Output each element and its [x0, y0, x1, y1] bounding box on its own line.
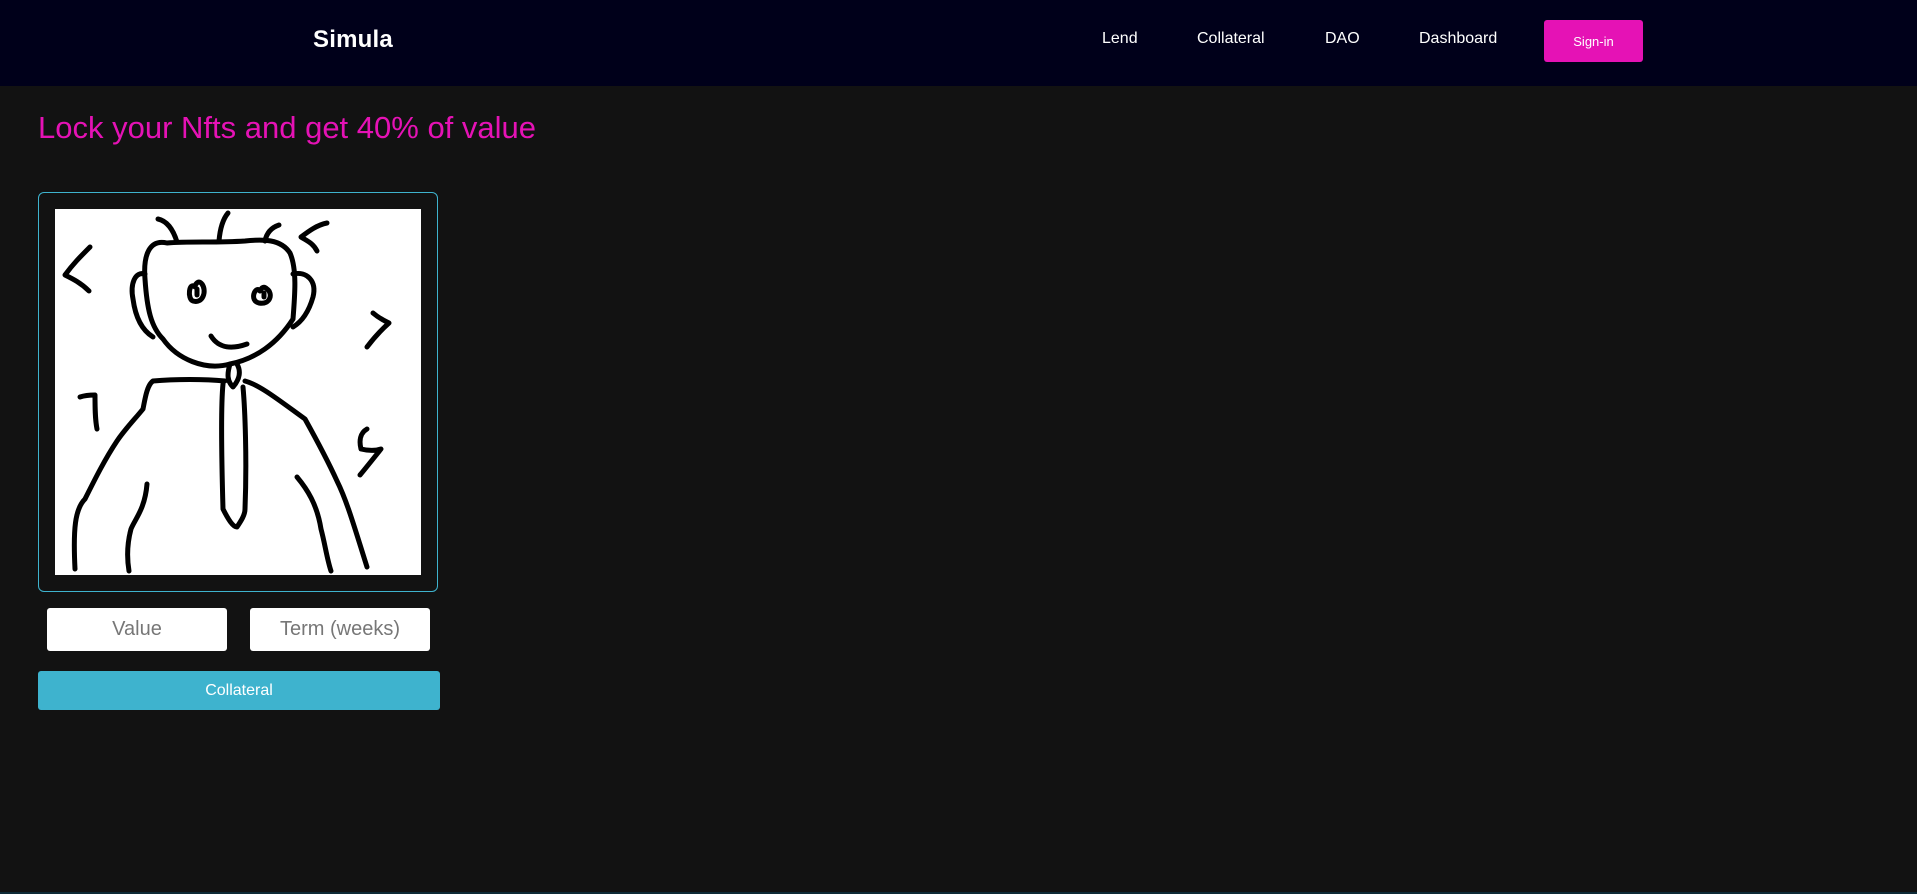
- nav-link-dashboard[interactable]: Dashboard: [1419, 30, 1497, 48]
- nft-card[interactable]: [38, 192, 438, 592]
- page-title: Lock your Nfts and get 40% of value: [38, 110, 537, 145]
- nav-link-lend[interactable]: Lend: [1102, 30, 1138, 48]
- top-navbar: Simula Lend Collateral DAO Dashboard Sig…: [0, 0, 1917, 86]
- nav-link-collateral[interactable]: Collateral: [1197, 30, 1265, 48]
- value-input[interactable]: [47, 608, 227, 651]
- nft-image: [55, 209, 421, 575]
- term-weeks-input[interactable]: [250, 608, 430, 651]
- signin-button[interactable]: Sign-in: [1544, 20, 1643, 62]
- brand-logo[interactable]: Simula: [313, 26, 393, 54]
- collateral-button[interactable]: Collateral: [38, 671, 440, 710]
- nav-link-dao[interactable]: DAO: [1325, 30, 1360, 48]
